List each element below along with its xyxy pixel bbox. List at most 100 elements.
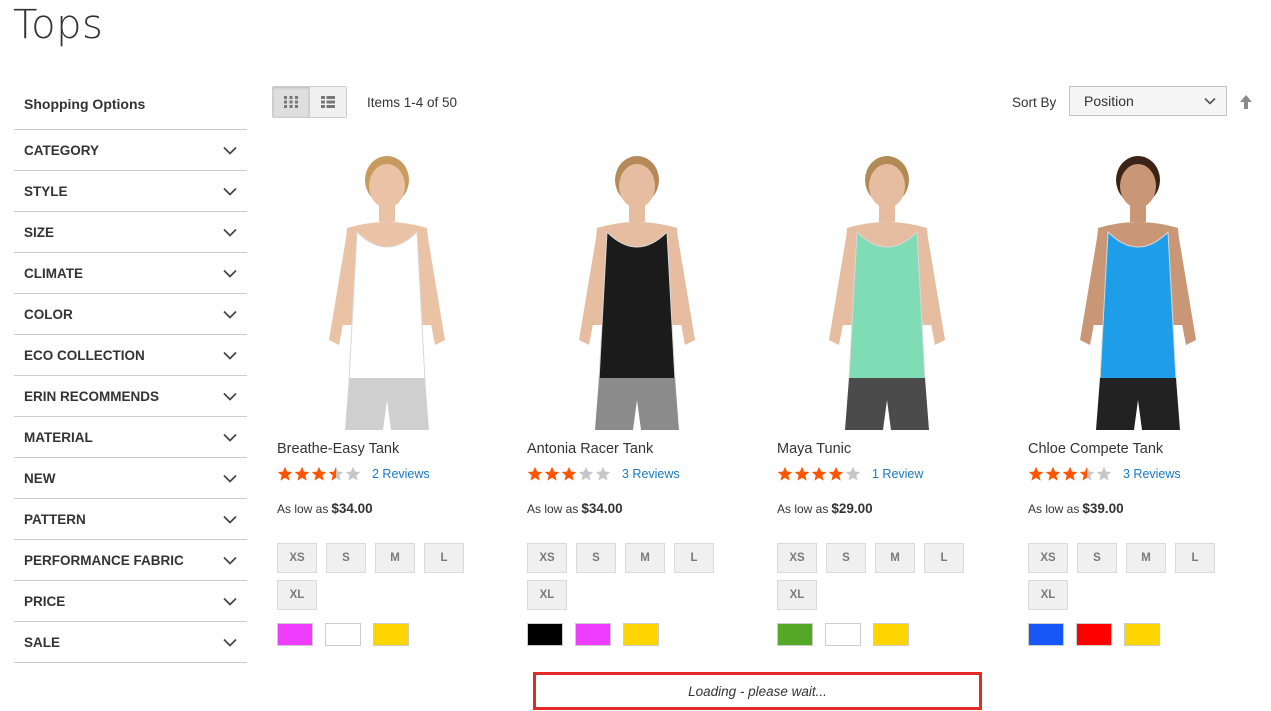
chevron-down-icon (223, 389, 237, 403)
size-option[interactable]: XS (777, 543, 817, 573)
color-option[interactable] (825, 623, 861, 646)
product-image[interactable] (527, 150, 757, 430)
color-option[interactable] (1124, 623, 1160, 646)
size-option[interactable]: M (1126, 543, 1166, 573)
filter-eco-collection[interactable]: ECO COLLECTION (14, 335, 247, 376)
size-option[interactable]: S (826, 543, 866, 573)
product-image[interactable] (277, 150, 507, 430)
color-option[interactable] (373, 623, 409, 646)
size-option[interactable]: M (625, 543, 665, 573)
color-option[interactable] (623, 623, 659, 646)
loading-message: Loading - please wait... (533, 672, 982, 710)
size-option[interactable]: S (326, 543, 366, 573)
filter-style[interactable]: STYLE (14, 171, 247, 212)
filter-new[interactable]: NEW (14, 458, 247, 499)
chevron-down-icon (223, 512, 237, 526)
size-option[interactable]: XL (527, 580, 567, 610)
star-icon (828, 466, 844, 481)
size-option[interactable]: XL (777, 580, 817, 610)
size-option[interactable]: XL (277, 580, 317, 610)
size-option[interactable]: S (1077, 543, 1117, 573)
product-image[interactable] (777, 150, 1007, 430)
chevron-down-icon (223, 348, 237, 362)
reviews-link[interactable]: 3 Reviews (622, 467, 680, 481)
filter-label: CATEGORY (24, 142, 100, 158)
star-icon (328, 466, 344, 481)
product-rating: 1 Review (777, 466, 923, 482)
color-swatches (777, 623, 921, 646)
filter-category[interactable]: CATEGORY (14, 130, 247, 171)
list-icon (321, 96, 335, 108)
filter-color[interactable]: COLOR (14, 294, 247, 335)
color-option[interactable] (325, 623, 361, 646)
product-name-link[interactable]: Antonia Racer Tank (527, 441, 653, 457)
size-option[interactable]: L (924, 543, 964, 573)
filter-label: SALE (24, 634, 61, 650)
product-rating: 3 Reviews (527, 466, 680, 482)
size-option[interactable]: M (375, 543, 415, 573)
color-option[interactable] (527, 623, 563, 646)
product-name-link[interactable]: Chloe Compete Tank (1028, 441, 1163, 457)
size-swatches: XS S M L XL (527, 543, 767, 617)
star-icon (544, 466, 560, 481)
rating-stars (277, 466, 362, 482)
chevron-down-icon (223, 143, 237, 157)
color-swatches (527, 623, 671, 646)
size-option[interactable]: XS (277, 543, 317, 573)
reviews-link[interactable]: 1 Review (872, 467, 923, 481)
chevron-down-icon (1204, 97, 1216, 105)
star-icon (794, 466, 810, 481)
size-option[interactable]: XL (1028, 580, 1068, 610)
rating-stars (777, 466, 862, 482)
filter-sale[interactable]: SALE (14, 622, 247, 663)
filter-label: PERFORMANCE FABRIC (24, 552, 184, 568)
sort-by-select[interactable]: Position (1069, 86, 1227, 116)
grid-view-button[interactable] (273, 87, 309, 117)
color-option[interactable] (575, 623, 611, 646)
sort-direction-arrow-icon[interactable] (1239, 94, 1253, 110)
view-mode-switcher (272, 86, 347, 118)
product-item: Maya Tunic 1 Review As low as $29.00 XS S M L XL (777, 150, 1007, 646)
star-icon (811, 466, 827, 481)
filter-climate[interactable]: CLIMATE (14, 253, 247, 294)
filter-label: MATERIAL (24, 429, 93, 445)
reviews-link[interactable]: 2 Reviews (372, 467, 430, 481)
grid-icon (284, 96, 298, 108)
list-view-button[interactable] (309, 87, 346, 117)
product-price: As low as $39.00 (1028, 501, 1124, 516)
size-option[interactable]: M (875, 543, 915, 573)
size-option[interactable]: S (576, 543, 616, 573)
size-option[interactable]: L (424, 543, 464, 573)
size-option[interactable]: L (1175, 543, 1215, 573)
size-option[interactable]: L (674, 543, 714, 573)
product-name-link[interactable]: Breathe-Easy Tank (277, 441, 399, 457)
chevron-down-icon (223, 594, 237, 608)
chevron-down-icon (223, 225, 237, 239)
size-option[interactable]: XS (1028, 543, 1068, 573)
color-option[interactable] (777, 623, 813, 646)
filter-pattern[interactable]: PATTERN (14, 499, 247, 540)
filter-erin-recommends[interactable]: ERIN RECOMMENDS (14, 376, 247, 417)
star-icon (1045, 466, 1061, 481)
color-option[interactable] (277, 623, 313, 646)
filter-performance-fabric[interactable]: PERFORMANCE FABRIC (14, 540, 247, 581)
color-option[interactable] (873, 623, 909, 646)
filter-label: SIZE (24, 224, 55, 240)
filter-size[interactable]: SIZE (14, 212, 247, 253)
star-icon (1079, 466, 1095, 481)
product-image[interactable] (1028, 150, 1258, 430)
products-toolbar: Items 1-4 of 50 Sort By Position (272, 86, 1257, 118)
filter-material[interactable]: MATERIAL (14, 417, 247, 458)
product-name-link[interactable]: Maya Tunic (777, 441, 851, 457)
price-prefix: As low as (777, 502, 829, 516)
reviews-link[interactable]: 3 Reviews (1123, 467, 1181, 481)
sort-by-value: Position (1084, 93, 1134, 109)
star-icon (345, 466, 361, 481)
size-option[interactable]: XS (527, 543, 567, 573)
size-swatches: XS S M L XL (277, 543, 517, 617)
filter-price[interactable]: PRICE (14, 581, 247, 622)
color-option[interactable] (1076, 623, 1112, 646)
rating-stars (1028, 466, 1113, 482)
color-option[interactable] (1028, 623, 1064, 646)
price-value: $29.00 (831, 501, 873, 516)
